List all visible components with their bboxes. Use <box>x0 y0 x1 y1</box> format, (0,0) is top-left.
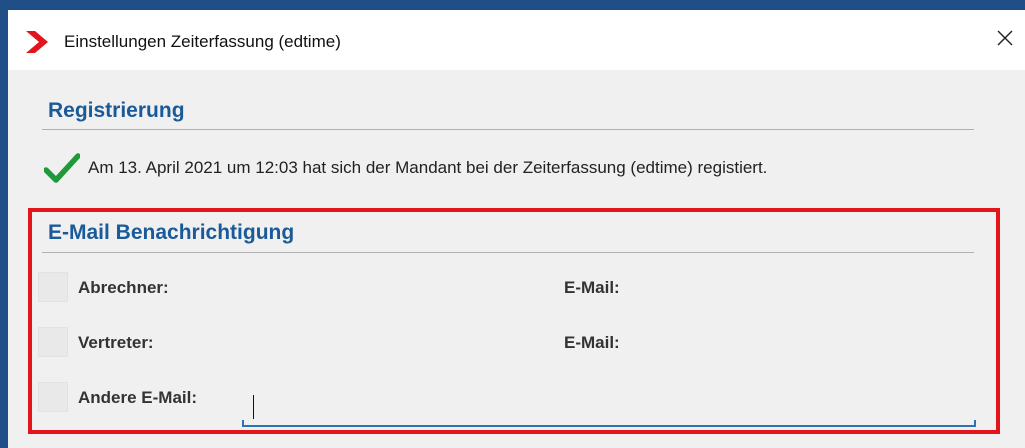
vertreter-label: Vertreter: <box>78 333 154 352</box>
registration-divider <box>42 129 974 130</box>
close-icon <box>997 30 1013 46</box>
title-bar: Einstellungen Zeiterfassung (edtime) <box>8 10 1025 70</box>
close-button[interactable] <box>985 18 1025 58</box>
registration-heading: Registrierung <box>48 99 185 122</box>
vertreter-email-label: E-Mail: <box>564 333 620 352</box>
vertreter-checkbox[interactable] <box>38 327 68 357</box>
red-chevron-icon <box>26 31 48 53</box>
other-email-checkbox[interactable] <box>38 382 68 412</box>
abrechner-checkbox[interactable] <box>38 272 68 302</box>
other-email-label: Andere E-Mail: <box>78 388 198 407</box>
window-title: Einstellungen Zeiterfassung (edtime) <box>64 32 341 51</box>
input-underline-left-tick <box>242 420 244 426</box>
abrechner-email-label: E-Mail: <box>564 278 620 297</box>
input-underline-right-tick <box>974 420 976 426</box>
input-underline <box>242 425 976 427</box>
registration-status-text: Am 13. April 2021 um 12:03 hat sich der … <box>88 158 768 177</box>
text-caret <box>253 395 254 419</box>
other-email-input[interactable] <box>242 393 976 427</box>
notification-divider <box>42 252 974 253</box>
settings-dialog: Einstellungen Zeiterfassung (edtime) Reg… <box>8 10 1025 448</box>
abrechner-label: Abrechner: <box>78 278 169 297</box>
checkmark-icon <box>44 153 80 183</box>
notification-heading: E-Mail Benachrichtigung <box>48 221 295 244</box>
